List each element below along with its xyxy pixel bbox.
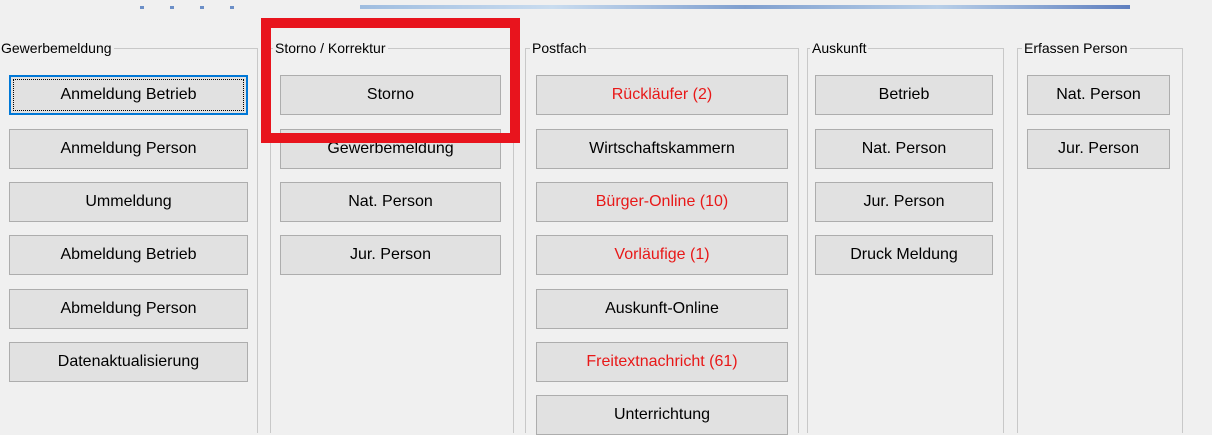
- group-title: Erfassen Person: [1022, 40, 1130, 57]
- abmeldung-person-button[interactable]: Abmeldung Person: [9, 289, 248, 329]
- auskunft-online-button[interactable]: Auskunft-Online: [536, 289, 788, 329]
- ruecklaeufer-button[interactable]: Rückläufer (2): [536, 75, 788, 115]
- auskunft-betrieb-button[interactable]: Betrieb: [815, 75, 993, 115]
- buerger-online-button[interactable]: Bürger-Online (10): [536, 182, 788, 222]
- erfassen-jur-person-button[interactable]: Jur. Person: [1027, 129, 1170, 169]
- abmeldung-betrieb-button[interactable]: Abmeldung Betrieb: [9, 235, 248, 275]
- storno-jur-person-button[interactable]: Jur. Person: [280, 235, 501, 275]
- erfassen-nat-person-button[interactable]: Nat. Person: [1027, 75, 1170, 115]
- anmeldung-person-button[interactable]: Anmeldung Person: [9, 129, 248, 169]
- top-banner-strip: [0, 0, 1212, 14]
- vorlaeufige-button[interactable]: Vorläufige (1): [536, 235, 788, 275]
- storno-nat-person-button[interactable]: Nat. Person: [280, 182, 501, 222]
- banner-decoration: [140, 6, 250, 9]
- banner-decoration: [360, 5, 1130, 9]
- wirtschaftskammern-button[interactable]: Wirtschaftskammern: [536, 129, 788, 169]
- auskunft-jur-person-button[interactable]: Jur. Person: [815, 182, 993, 222]
- group-title: Gewerbemeldung: [0, 40, 114, 57]
- group-title: Auskunft: [810, 40, 869, 57]
- druck-meldung-button[interactable]: Druck Meldung: [815, 235, 993, 275]
- datenaktualisierung-button[interactable]: Datenaktualisierung: [9, 342, 248, 382]
- group-title: Postfach: [530, 40, 589, 57]
- auskunft-nat-person-button[interactable]: Nat. Person: [815, 129, 993, 169]
- ummeldung-button[interactable]: Ummeldung: [9, 182, 248, 222]
- anmeldung-betrieb-button[interactable]: Anmeldung Betrieb: [9, 75, 248, 115]
- highlight-annotation-box: [261, 18, 520, 143]
- freitextnachricht-button[interactable]: Freitextnachricht (61): [536, 342, 788, 382]
- unterrichtung-button[interactable]: Unterrichtung: [536, 395, 788, 435]
